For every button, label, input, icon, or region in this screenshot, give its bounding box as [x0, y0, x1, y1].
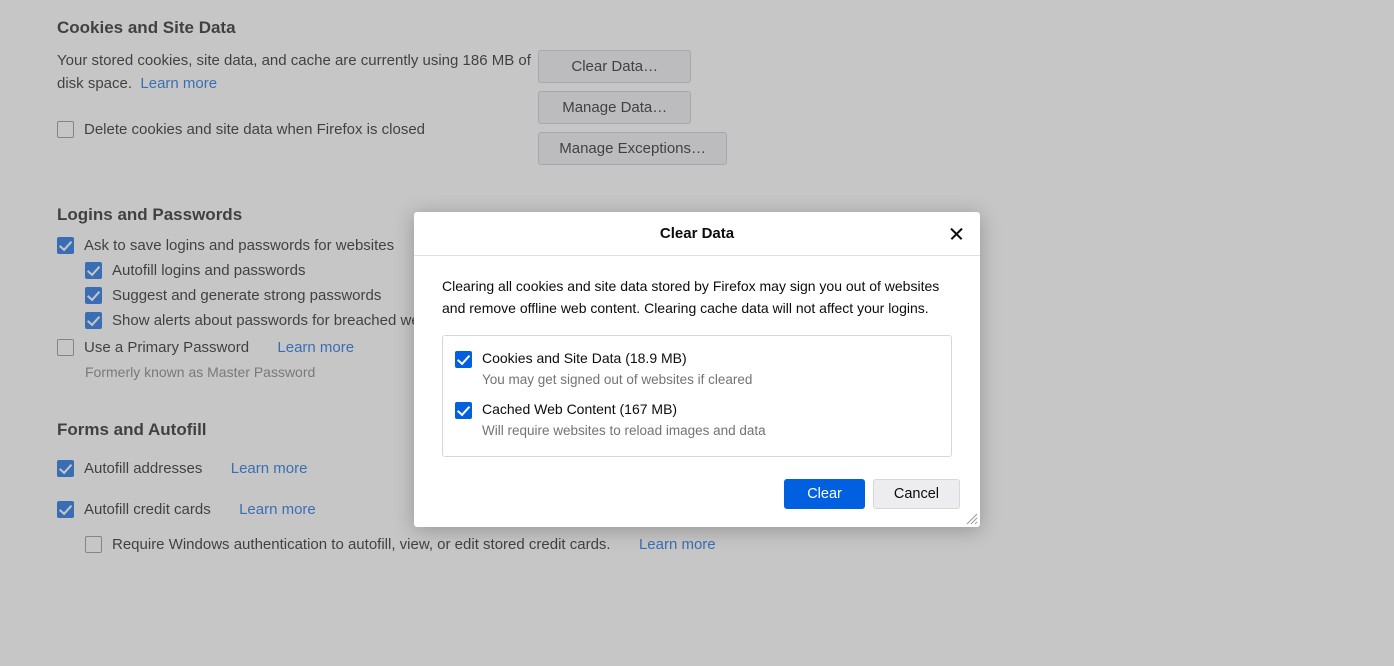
cookies-option-checkbox[interactable]	[455, 351, 472, 368]
cookies-option-label: Cookies and Site Data (18.9 MB)	[482, 350, 687, 366]
clear-data-dialog: Clear Data Clearing all cookies and site…	[414, 212, 980, 527]
dialog-description: Clearing all cookies and site data store…	[442, 276, 952, 319]
resize-grip-icon[interactable]	[964, 511, 978, 525]
cache-option-sublabel: Will require websites to reload images a…	[482, 423, 939, 438]
dialog-options-box: Cookies and Site Data (18.9 MB) You may …	[442, 335, 952, 457]
modal-overlay: Clear Data Clearing all cookies and site…	[0, 0, 1394, 666]
cookies-option-sublabel: You may get signed out of websites if cl…	[482, 372, 939, 387]
close-icon[interactable]	[946, 224, 966, 244]
dialog-header: Clear Data	[414, 212, 980, 256]
dialog-title: Clear Data	[660, 225, 734, 242]
cache-option-checkbox[interactable]	[455, 402, 472, 419]
cache-option-label: Cached Web Content (167 MB)	[482, 401, 677, 417]
dialog-clear-button[interactable]: Clear	[784, 479, 865, 509]
dialog-cancel-button[interactable]: Cancel	[873, 479, 960, 509]
